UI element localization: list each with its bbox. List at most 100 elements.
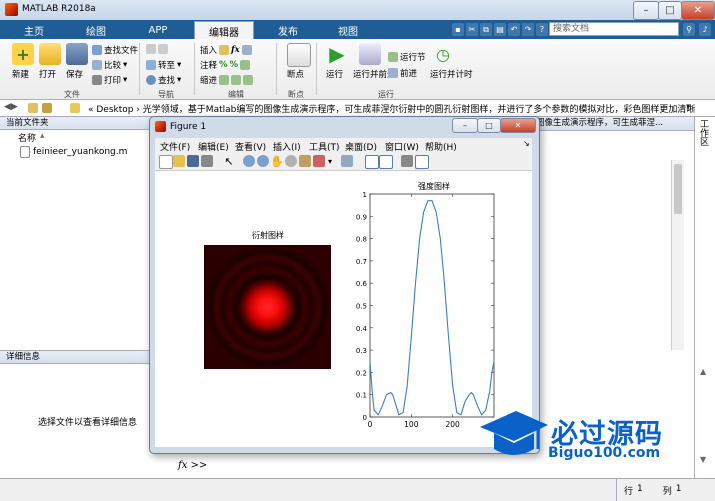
new-button[interactable]: + 新建 — [8, 43, 38, 87]
insert-icon — [219, 45, 230, 55]
open-label: 打开 — [39, 70, 57, 80]
group-divider — [194, 43, 195, 95]
brush-dropdown-icon[interactable]: ▾ — [326, 155, 334, 167]
link-plot-icon[interactable] — [341, 155, 353, 167]
editor-ribbon: + 新建 打开 保存 查找文件 比较 ▾ 打印 ▾ 文件 转至 ▾ 查找 ▾ 导… — [0, 39, 715, 100]
zoom-out-icon[interactable] — [257, 155, 269, 167]
hide-plot-tools-icon[interactable] — [401, 155, 413, 167]
figure-toolbar: ↖ ✋ ▾ — [155, 152, 532, 171]
colorbar-icon[interactable] — [365, 155, 379, 169]
quick-cut-icon[interactable]: ✂ — [466, 23, 478, 36]
scroll-down-icon[interactable]: ▼ — [700, 455, 706, 464]
compare-label: 比较 — [104, 61, 122, 71]
quick-paste-icon[interactable]: ▤ — [494, 23, 506, 36]
notification-icon[interactable]: ♪ — [699, 23, 711, 36]
goto-button[interactable]: 转至 ▾ — [146, 59, 181, 71]
advance-button[interactable]: 前进 — [388, 67, 417, 79]
up-folder-icon[interactable] — [28, 103, 38, 113]
run-time-button[interactable]: ◷ 运行并计时 — [430, 43, 473, 89]
x-tick-label: 200 — [446, 420, 461, 429]
figure-minimize-button[interactable]: – — [452, 118, 478, 133]
open-file-icon[interactable] — [173, 155, 185, 167]
workspace-label[interactable]: 工作区 — [697, 119, 710, 146]
figure-icon — [155, 121, 166, 132]
tab-publish[interactable]: 发布 — [268, 21, 308, 39]
figure-canvas[interactable]: 衍射图样 强度图样 0 0.1 0.2 0.3 0.4 0.5 0.6 0.7 0.8 0.9 1 0… — [155, 171, 532, 447]
find-button[interactable]: 查找 ▾ — [146, 74, 181, 86]
y-tick-label: 0.5 — [356, 303, 367, 311]
comment-button[interactable]: 注释 % % — [200, 59, 251, 71]
find-files-label: 查找文件 — [104, 46, 139, 56]
quick-save-icon[interactable]: ▪ — [452, 23, 464, 36]
run-advance-button[interactable]: 运行并前进 — [353, 43, 396, 89]
back-forward-buttons[interactable] — [146, 44, 168, 54]
y-tick-label: 0.2 — [356, 369, 367, 377]
run-section-button[interactable]: 运行节 — [388, 51, 426, 63]
dock-arrow-icon[interactable]: ↘ — [523, 139, 530, 148]
data-cursor-icon[interactable] — [299, 155, 311, 167]
run-button[interactable]: ▶ 运行 — [322, 42, 350, 87]
tab-plots[interactable]: 绘图 — [76, 21, 116, 39]
maximize-button[interactable]: □ — [658, 1, 682, 20]
legend-icon[interactable] — [379, 155, 393, 169]
show-plot-tools-icon[interactable] — [415, 155, 429, 169]
indent-label: 缩进 — [200, 76, 218, 86]
print-figure-icon[interactable] — [201, 155, 213, 167]
chevron-down-icon: ▾ — [177, 60, 182, 70]
figure-maximize-button[interactable]: □ — [477, 118, 501, 133]
help-icon[interactable]: ? — [536, 23, 548, 36]
quick-undo-icon[interactable]: ↶ — [508, 23, 520, 36]
search-icon[interactable]: ⚲ — [683, 23, 695, 36]
window-title: MATLAB R2018a — [22, 4, 96, 14]
diffraction-image — [204, 245, 331, 369]
increase-indent-icon — [231, 75, 242, 85]
editor-scrollbar[interactable] — [671, 160, 684, 350]
decrease-indent-icon — [243, 75, 254, 85]
advance-icon — [388, 68, 398, 78]
folder-open-icon — [39, 43, 61, 65]
tab-apps[interactable]: APP — [138, 21, 178, 39]
name-column-header[interactable]: 名称 ▴ — [18, 131, 45, 144]
y-tick-label: 0.9 — [356, 213, 367, 221]
scroll-up-icon[interactable]: ▲ — [700, 367, 706, 376]
brush-icon[interactable] — [313, 155, 325, 167]
save-button[interactable]: 保存 — [63, 43, 91, 87]
col-label: 列 — [662, 487, 672, 497]
pan-hand-icon[interactable]: ✋ — [270, 154, 284, 168]
save-figure-icon[interactable] — [187, 155, 199, 167]
intensity-line-plot: 0 0.1 0.2 0.3 0.4 0.5 0.6 0.7 0.8 0.9 1 0 100 200 — [356, 191, 495, 429]
figure-window[interactable]: Figure 1 – □ ✕ 文件(F) 编辑(E) 查看(V) 插入(I) 工… — [149, 116, 540, 454]
tab-editor[interactable]: 编辑器 — [194, 21, 254, 40]
find-files-button[interactable]: 查找文件 — [92, 44, 138, 56]
minimize-button[interactable]: – — [633, 1, 659, 20]
tab-view[interactable]: 视图 — [328, 21, 368, 39]
row-label: 行 — [624, 487, 634, 497]
insert-section-icon — [241, 45, 252, 55]
browse-folder-icon[interactable] — [42, 103, 52, 113]
list-item[interactable]: feinieer_yuankong.m — [20, 146, 127, 158]
back-arrow-icon[interactable]: ◀▶ — [4, 102, 18, 112]
new-figure-icon[interactable] — [159, 155, 173, 169]
figure-title-bar[interactable]: Figure 1 – □ ✕ — [150, 117, 539, 137]
pointer-icon[interactable]: ↖ — [223, 154, 235, 168]
tab-home[interactable]: 主页 — [14, 21, 54, 39]
file-name: feinieer_yuankong.m — [33, 147, 128, 157]
scrollbar-thumb[interactable] — [674, 164, 682, 214]
y-tick-label: 0.6 — [356, 280, 368, 288]
open-button[interactable]: 打开 — [36, 43, 64, 87]
breakpoints-label: 断点 — [287, 70, 305, 80]
breakpoints-button[interactable]: 断点 — [284, 43, 312, 87]
quick-copy-icon[interactable]: ⧉ — [480, 23, 492, 36]
zoom-in-icon[interactable] — [243, 155, 255, 167]
search-input[interactable]: 搜索文档 — [549, 22, 679, 36]
quick-redo-icon[interactable]: ↷ — [522, 23, 534, 36]
compare-button[interactable]: 比较 ▾ — [92, 59, 127, 71]
y-tick-label: 0.4 — [356, 325, 368, 333]
close-button[interactable]: ✕ — [681, 1, 715, 20]
print-button[interactable]: 打印 ▾ — [92, 74, 127, 86]
insert-button[interactable]: 插入 fx — [200, 44, 252, 56]
indent-button[interactable]: 缩进 — [200, 74, 254, 86]
rotate-3d-icon[interactable] — [285, 155, 297, 167]
editor-tab-header[interactable]: 图像生成演示程序，可生成菲涅... — [536, 117, 694, 131]
figure-close-button[interactable]: ✕ — [500, 118, 536, 133]
